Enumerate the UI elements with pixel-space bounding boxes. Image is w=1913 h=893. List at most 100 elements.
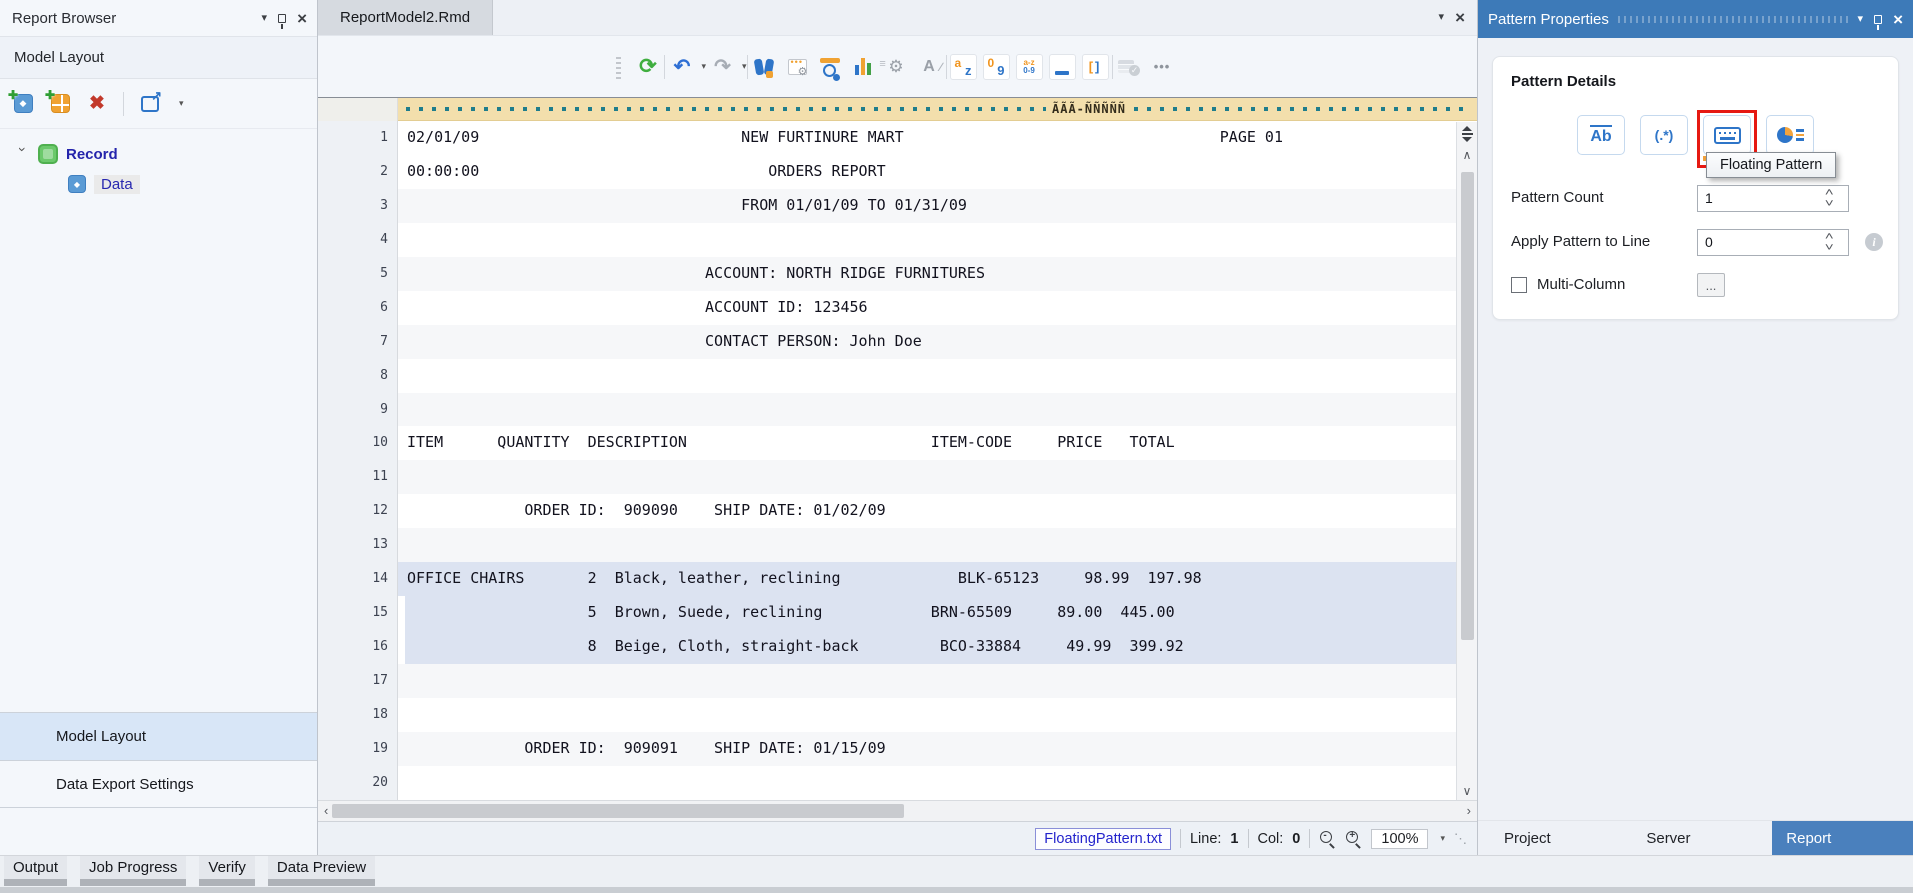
source-file-link[interactable]: FloatingPattern.txt (1035, 828, 1171, 850)
horizontal-scrollbar[interactable]: ‹ › (318, 800, 1477, 821)
report-line-20[interactable]: 20 (318, 766, 1456, 800)
dock-tab-verify[interactable]: Verify (199, 856, 255, 886)
zoom-dropdown-chevron-icon[interactable]: ▾ (1440, 833, 1445, 844)
tab-report-properties[interactable]: Report Properties (1772, 821, 1913, 856)
multi-column-ellipsis-button[interactable]: ... (1697, 273, 1725, 297)
ruler-band[interactable]: ÃÃÃ-ÑÑÑÑÑ (398, 98, 1477, 121)
line-text: FROM 01/01/09 TO 01/31/09 (398, 189, 1456, 223)
undo-dropdown-chevron-icon[interactable]: ▾ (701, 61, 706, 72)
close-icon[interactable]: × (297, 10, 307, 27)
vertical-scrollbar[interactable]: ∧ ∨ (1456, 122, 1477, 800)
scroll-right-icon[interactable]: › (1467, 801, 1471, 821)
report-line-12[interactable]: 12 ORDER ID: 909090 SHIP DATE: 01/02/09 (318, 494, 1456, 528)
horizontal-scroll-thumb[interactable] (332, 804, 904, 818)
floating-pattern-button[interactable] (1703, 115, 1751, 155)
export-dropdown-chevron-icon[interactable]: ▾ (179, 98, 184, 109)
add-fields-icon[interactable]: ✚ (49, 93, 71, 115)
vertical-scroll-thumb[interactable] (1461, 172, 1474, 640)
panel-menu-chevron-icon[interactable]: ▾ (1858, 14, 1864, 25)
close-icon[interactable]: × (1893, 11, 1903, 28)
report-line-9[interactable]: 9 (318, 393, 1456, 427)
report-line-15[interactable]: 15 5 Brown, Suede, reclining BRN-65509 8… (318, 596, 1456, 630)
regex-pattern-button[interactable]: (.*) (1640, 115, 1688, 155)
report-line-5[interactable]: 5 ACCOUNT: NORTH RIDGE FURNITURES (318, 257, 1456, 291)
underscore-pattern-icon[interactable] (1049, 54, 1076, 80)
report-line-3[interactable]: 3 FROM 01/01/09 TO 01/31/09 (318, 189, 1456, 223)
refresh-icon[interactable]: ⟳ (634, 53, 661, 80)
apply-pattern-spinner[interactable]: ˄˅ (1826, 232, 1832, 254)
ruler-pattern-text[interactable]: ÃÃÃ-ÑÑÑÑÑ (1046, 98, 1132, 120)
text-pattern-button[interactable]: Ab (1577, 115, 1625, 155)
tab-close-icon[interactable]: × (1455, 9, 1465, 26)
report-line-7[interactable]: 7 CONTACT PERSON: John Doe (318, 325, 1456, 359)
report-line-14[interactable]: 14OFFICE CHAIRS 2 Black, leather, reclin… (318, 562, 1456, 596)
zoom-in-icon[interactable]: + (1345, 830, 1362, 847)
line-number: 1 (318, 121, 398, 155)
report-line-17[interactable]: 17 (318, 664, 1456, 698)
report-line-1[interactable]: 102/01/09 NEW FURTINURE MART PAGE 01 (318, 121, 1456, 155)
report-line-19[interactable]: 19 ORDER ID: 909091 SHIP DATE: 01/15/09 (318, 732, 1456, 766)
dock-tab-job-progress[interactable]: Job Progress (80, 856, 186, 886)
record-icon (38, 144, 58, 164)
brackets-pattern-icon[interactable]: [] (1082, 54, 1109, 80)
zoom-level-select[interactable]: 100% (1371, 829, 1428, 849)
settings-icon[interactable] (784, 53, 811, 80)
delete-icon[interactable]: ✖ (86, 93, 108, 115)
apply-pattern-row: Apply Pattern to Line 0 ˄˅ i (1493, 229, 1898, 257)
tab-reportmodel2[interactable]: ReportModel2.Rmd (318, 0, 493, 35)
alpha-pattern-icon[interactable]: az (950, 54, 977, 80)
toolbar-drag-handle[interactable] (616, 55, 621, 79)
pin-icon[interactable] (278, 14, 286, 23)
report-line-8[interactable]: 8 (318, 359, 1456, 393)
pattern-properties-title: Pattern Properties (1488, 11, 1609, 28)
undo-icon[interactable]: ↶ (668, 53, 695, 80)
font-edit-icon[interactable]: A (916, 53, 943, 80)
zoom-out-icon[interactable]: - (1319, 830, 1336, 847)
panel-menu-chevron-icon[interactable]: ▾ (262, 13, 268, 24)
resize-grip-icon[interactable]: ⋱ (1454, 831, 1467, 847)
pattern-count-spinner[interactable]: ˄˅ (1826, 188, 1832, 210)
chart-icon[interactable] (850, 53, 877, 80)
scroll-left-icon[interactable]: ‹ (324, 801, 328, 821)
scroll-up-icon[interactable]: ∧ (1457, 148, 1477, 162)
redo-icon[interactable]: ↷ (709, 53, 736, 80)
splitter-handle-icon[interactable] (1457, 126, 1477, 144)
export-icon[interactable] (139, 93, 161, 115)
dock-tab-data-preview[interactable]: Data Preview (268, 856, 375, 886)
nav-item-data-export-settings[interactable]: Data Export Settings (0, 760, 317, 808)
tree-expander-icon[interactable]: › (15, 147, 31, 161)
pin-icon[interactable] (1874, 15, 1882, 24)
report-line-4[interactable]: 4 (318, 223, 1456, 257)
export-model-icon (1116, 53, 1143, 80)
report-line-13[interactable]: 13 (318, 528, 1456, 562)
multi-column-checkbox[interactable] (1511, 277, 1527, 293)
report-line-16[interactable]: 16 8 Beige, Cloth, straight-back BCO-338… (318, 630, 1456, 664)
tree-item-data[interactable]: ◆ Data (0, 169, 317, 199)
report-line-2[interactable]: 200:00:00 ORDERS REPORT (318, 155, 1456, 189)
document-lines[interactable]: 102/01/09 NEW FURTINURE MART PAGE 01200:… (318, 121, 1477, 800)
report-line-11[interactable]: 11 (318, 460, 1456, 494)
report-model-editor: ReportModel2.Rmd ▾ × ⟳ ↶ ▾ ↷ ▾ ⚙ A az 09 (318, 0, 1477, 855)
pattern-type-buttons: Ab (.*) (1493, 115, 1898, 155)
add-record-icon[interactable]: ◆✚ (12, 93, 34, 115)
tab-server-explorer[interactable]: Server Explorer (1632, 821, 1760, 856)
dock-tab-output[interactable]: Output (4, 856, 67, 886)
find-icon[interactable] (751, 53, 778, 80)
tree-item-record[interactable]: › Record (0, 139, 317, 169)
line-text (398, 460, 1456, 494)
report-line-6[interactable]: 6 ACCOUNT ID: 123456 (318, 291, 1456, 325)
auto-pattern-button[interactable] (1766, 115, 1814, 155)
line-number: 14 (318, 562, 398, 596)
numeric-pattern-icon[interactable]: 09 (983, 54, 1010, 80)
scroll-down-icon[interactable]: ∨ (1457, 784, 1477, 798)
nav-item-model-layout[interactable]: Model Layout (0, 712, 317, 760)
more-icon[interactable]: ••• (1149, 53, 1176, 80)
pattern-ruler[interactable]: ÃÃÃ-ÑÑÑÑÑ (318, 97, 1477, 121)
preview-icon[interactable] (817, 53, 844, 80)
report-line-18[interactable]: 18 (318, 698, 1456, 732)
tab-list-chevron-icon[interactable]: ▾ (1439, 12, 1445, 23)
auto-process-icon[interactable]: ⚙ (883, 53, 910, 80)
tab-project-explorer[interactable]: Project Explorer (1490, 821, 1620, 856)
alphanumeric-pattern-icon[interactable]: a-z0-9 (1016, 54, 1043, 80)
report-line-10[interactable]: 10ITEM QUANTITY DESCRIPTION ITEM-CODE PR… (318, 426, 1456, 460)
